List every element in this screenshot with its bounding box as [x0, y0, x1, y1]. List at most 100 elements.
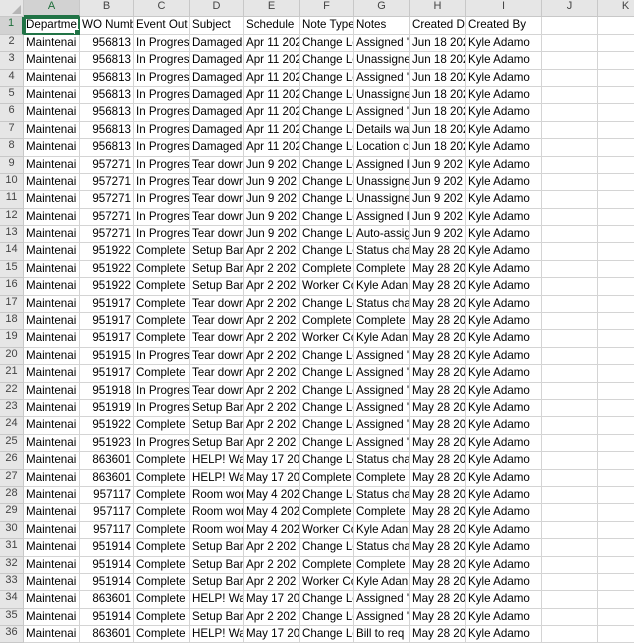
- cell-j33[interactable]: [542, 573, 598, 592]
- cell-a17[interactable]: Maintenai: [24, 295, 80, 314]
- row-header-1[interactable]: 1: [0, 17, 24, 35]
- cell-e9[interactable]: Jun 9 202: [244, 156, 300, 174]
- cell-g10[interactable]: Unassigne: [354, 173, 410, 192]
- cell-j8[interactable]: [542, 139, 598, 157]
- cell-e2[interactable]: Apr 11 202: [244, 34, 300, 53]
- row-header-14[interactable]: 14: [0, 243, 24, 261]
- row-header-9[interactable]: 9: [0, 156, 24, 174]
- cell-e17[interactable]: Apr 2 202: [244, 295, 300, 314]
- cell-i32[interactable]: Kyle Adamo: [466, 556, 542, 574]
- row-header-2[interactable]: 2: [0, 34, 24, 53]
- cell-k22[interactable]: [598, 382, 634, 400]
- cell-h10[interactable]: Jun 9 202: [410, 173, 466, 192]
- row-header-25[interactable]: 25: [0, 434, 24, 453]
- cell-k24[interactable]: [598, 417, 634, 435]
- cell-j30[interactable]: [542, 521, 598, 540]
- cell-e3[interactable]: Apr 11 202: [244, 52, 300, 70]
- row-header-21[interactable]: 21: [0, 365, 24, 383]
- cell-j22[interactable]: [542, 382, 598, 400]
- cell-a31[interactable]: Maintenai: [24, 539, 80, 557]
- cell-j6[interactable]: [542, 104, 598, 122]
- cell-f21[interactable]: Change Lc: [300, 365, 354, 383]
- cell-j32[interactable]: [542, 556, 598, 574]
- cell-k20[interactable]: [598, 347, 634, 366]
- cell-e6[interactable]: Apr 11 202: [244, 104, 300, 122]
- cell-f5[interactable]: Change Lc: [300, 86, 354, 105]
- cell-i31[interactable]: Kyle Adamo: [466, 539, 542, 557]
- cell-d29[interactable]: Room wor: [190, 504, 244, 522]
- cell-d35[interactable]: Setup Ban: [190, 608, 244, 627]
- cell-d22[interactable]: Tear dowr: [190, 382, 244, 400]
- cell-f33[interactable]: Worker Cc: [300, 573, 354, 592]
- cell-f14[interactable]: Change Lc: [300, 243, 354, 261]
- column-header-b[interactable]: B: [80, 0, 134, 18]
- cell-c18[interactable]: Complete: [134, 313, 190, 331]
- cell-d3[interactable]: Damaged: [190, 52, 244, 70]
- cell-k27[interactable]: [598, 469, 634, 487]
- cell-d34[interactable]: HELP! Wat: [190, 591, 244, 609]
- cell-g2[interactable]: Assigned ': [354, 34, 410, 53]
- cell-i24[interactable]: Kyle Adamo: [466, 417, 542, 435]
- cell-d10[interactable]: Tear dowr: [190, 173, 244, 192]
- cell-h2[interactable]: Jun 18 202: [410, 34, 466, 53]
- cell-h7[interactable]: Jun 18 202: [410, 121, 466, 140]
- cell-b28[interactable]: 957117: [80, 486, 134, 505]
- cell-b5[interactable]: 956813: [80, 86, 134, 105]
- row-header-7[interactable]: 7: [0, 121, 24, 140]
- cell-g1[interactable]: Notes: [354, 17, 410, 35]
- cell-d9[interactable]: Tear dowr: [190, 156, 244, 174]
- cell-a22[interactable]: Maintenai: [24, 382, 80, 400]
- cell-e20[interactable]: Apr 2 202: [244, 347, 300, 366]
- cell-k32[interactable]: [598, 556, 634, 574]
- cell-g23[interactable]: Assigned ': [354, 399, 410, 418]
- cell-i10[interactable]: Kyle Adamo: [466, 173, 542, 192]
- cell-g3[interactable]: Unassigne: [354, 52, 410, 70]
- cell-j35[interactable]: [542, 608, 598, 627]
- cell-f30[interactable]: Worker Cc: [300, 521, 354, 540]
- cell-g22[interactable]: Assigned ': [354, 382, 410, 400]
- cell-g29[interactable]: Complete: [354, 504, 410, 522]
- cell-e4[interactable]: Apr 11 202: [244, 69, 300, 87]
- cell-g11[interactable]: Unassigne: [354, 191, 410, 209]
- cell-j18[interactable]: [542, 313, 598, 331]
- cell-j26[interactable]: [542, 452, 598, 470]
- cell-k17[interactable]: [598, 295, 634, 314]
- cell-e14[interactable]: Apr 2 202: [244, 243, 300, 261]
- cell-k21[interactable]: [598, 365, 634, 383]
- cell-i16[interactable]: Kyle Adamo: [466, 278, 542, 296]
- cell-h14[interactable]: May 28 20: [410, 243, 466, 261]
- cell-d7[interactable]: Damaged: [190, 121, 244, 140]
- cell-a13[interactable]: Maintenai: [24, 226, 80, 244]
- cell-b17[interactable]: 951917: [80, 295, 134, 314]
- cell-a28[interactable]: Maintenai: [24, 486, 80, 505]
- cell-d20[interactable]: Tear dowr: [190, 347, 244, 366]
- cell-k3[interactable]: [598, 52, 634, 70]
- cell-g5[interactable]: Unassigne: [354, 86, 410, 105]
- column-header-c[interactable]: C: [134, 0, 190, 18]
- cell-e8[interactable]: Apr 11 202: [244, 139, 300, 157]
- cell-j29[interactable]: [542, 504, 598, 522]
- cell-j4[interactable]: [542, 69, 598, 87]
- cell-b11[interactable]: 957271: [80, 191, 134, 209]
- cell-j24[interactable]: [542, 417, 598, 435]
- cell-k33[interactable]: [598, 573, 634, 592]
- cell-d12[interactable]: Tear dowr: [190, 208, 244, 227]
- cell-k25[interactable]: [598, 434, 634, 453]
- cell-d32[interactable]: Setup Ban: [190, 556, 244, 574]
- cell-b2[interactable]: 956813: [80, 34, 134, 53]
- cell-k30[interactable]: [598, 521, 634, 540]
- cell-h29[interactable]: May 28 20: [410, 504, 466, 522]
- cell-k7[interactable]: [598, 121, 634, 140]
- cell-e25[interactable]: Apr 2 202: [244, 434, 300, 453]
- cell-a8[interactable]: Maintenai: [24, 139, 80, 157]
- cell-i21[interactable]: Kyle Adamo: [466, 365, 542, 383]
- cell-f13[interactable]: Change Lc: [300, 226, 354, 244]
- cell-h12[interactable]: Jun 9 202: [410, 208, 466, 227]
- cell-d27[interactable]: HELP! Wat: [190, 469, 244, 487]
- cell-c25[interactable]: In Progres: [134, 434, 190, 453]
- row-header-10[interactable]: 10: [0, 173, 24, 192]
- row-header-17[interactable]: 17: [0, 295, 24, 314]
- cell-j1[interactable]: [542, 17, 598, 35]
- cell-e5[interactable]: Apr 11 202: [244, 86, 300, 105]
- cell-k12[interactable]: [598, 208, 634, 227]
